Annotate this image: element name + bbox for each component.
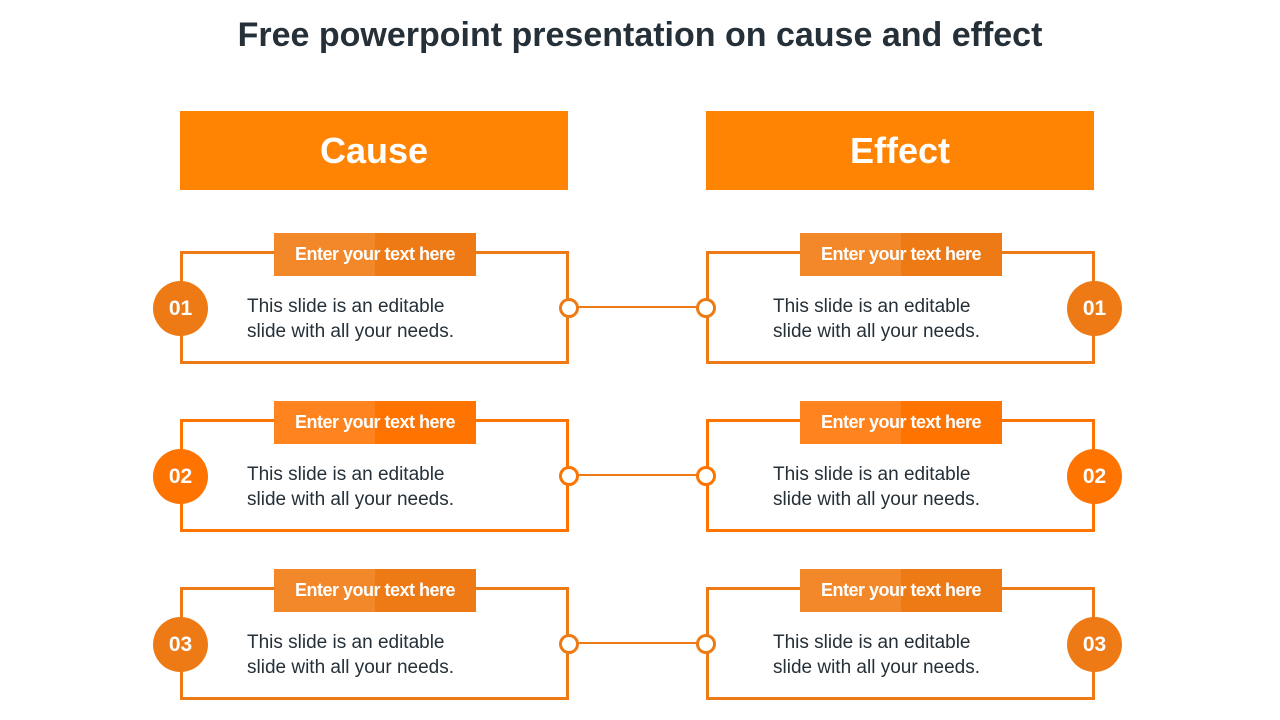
effect-item-2-tag: Enter your text here [800,401,1002,444]
effect-item-1: Enter your text here 01 This slide is an… [696,233,1122,364]
connector-node [559,466,579,486]
number-badge: 03 [153,617,208,672]
item-description: This slide is an editable slide with all … [247,464,454,510]
connector-node [696,634,716,654]
connector-line-3 [576,642,698,644]
cause-header: Cause [180,111,568,190]
tag-label: Enter your text here [820,580,982,600]
cause-item-2: Enter your text here 02 This slide is an… [153,401,579,532]
connector-node [696,298,716,318]
cause-item-1-tag: Enter your text here [274,233,476,276]
effect-item-3-tag: Enter your text here [800,569,1002,612]
effect-item-1-tag: Enter your text here [800,233,1002,276]
tag-label: Enter your text here [294,580,456,600]
effect-header: Effect [706,111,1094,190]
item-description: This slide is an editable slide with all … [773,296,980,342]
item-description: This slide is an editable slide with all … [773,464,980,510]
slide-title: Free powerpoint presentation on cause an… [237,16,1043,54]
tag-label: Enter your text here [820,244,982,264]
cause-item-2-tag: Enter your text here [274,401,476,444]
number-badge: 03 [1067,617,1122,672]
cause-item-1: Enter your text here 01 This slide is an… [153,233,579,364]
connector-node [559,634,579,654]
number-badge: 02 [153,449,208,504]
number-badge: 01 [153,281,208,336]
tag-label: Enter your text here [294,244,456,264]
effect-item-2: Enter your text here 02 This slide is an… [696,401,1122,532]
connector-node [696,466,716,486]
item-description: This slide is an editable slide with all … [247,296,454,342]
tag-label: Enter your text here [820,412,982,432]
connector-line-1 [576,306,698,308]
connector-line-2 [576,474,698,476]
effect-item-3: Enter your text here 03 This slide is an… [696,569,1122,700]
connector-node [559,298,579,318]
cause-item-3-tag: Enter your text here [274,569,476,612]
cause-item-3: Enter your text here 03 This slide is an… [153,569,579,700]
item-description: This slide is an editable slide with all … [773,632,980,678]
number-badge: 01 [1067,281,1122,336]
tag-label: Enter your text here [294,412,456,432]
number-badge: 02 [1067,449,1122,504]
item-description: This slide is an editable slide with all … [247,632,454,678]
